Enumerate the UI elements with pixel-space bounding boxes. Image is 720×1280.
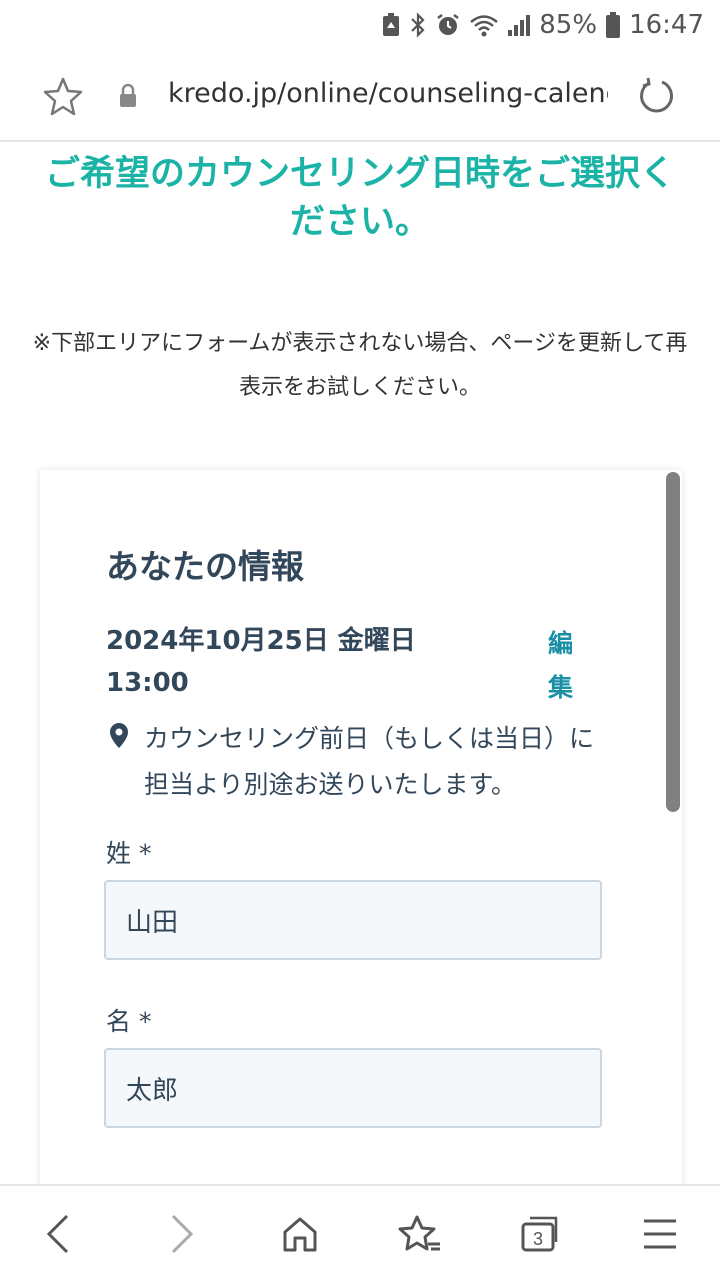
first-name-label: 名 * bbox=[106, 1007, 152, 1036]
tabs-icon[interactable]: 3 bbox=[516, 1210, 564, 1258]
last-name-input[interactable] bbox=[104, 880, 602, 960]
star-icon[interactable] bbox=[42, 76, 84, 120]
signal-icon bbox=[507, 12, 531, 38]
forward-icon[interactable] bbox=[158, 1210, 206, 1258]
bluetooth-icon bbox=[409, 12, 427, 38]
selected-datetime: 2024年10月25日 金曜日 13:00 bbox=[106, 626, 416, 698]
booking-form-card: あなたの情報 2024年10月25日 金曜日 13:00 編集 カウンセリング前… bbox=[40, 470, 682, 1184]
url-text[interactable]: kredo.jp/online/counseling-calendar bbox=[168, 78, 608, 109]
edit-link[interactable]: 編集 bbox=[548, 622, 582, 710]
page-title: ご希望のカウンセリング日時をご選択ください。 bbox=[44, 154, 675, 242]
bookmarks-icon[interactable] bbox=[396, 1210, 444, 1258]
battery-icon bbox=[605, 11, 621, 39]
data-saver-icon bbox=[381, 12, 401, 38]
clock: 16:47 bbox=[629, 10, 704, 40]
reload-icon[interactable] bbox=[636, 76, 676, 120]
first-name-input[interactable] bbox=[104, 1048, 602, 1128]
status-bar: 85% 16:47 bbox=[0, 0, 720, 50]
battery-percent: 85% bbox=[539, 10, 598, 40]
browser-nav-bar: 3 bbox=[0, 1184, 720, 1280]
back-icon[interactable] bbox=[34, 1210, 82, 1258]
alarm-icon bbox=[435, 12, 461, 38]
menu-icon[interactable] bbox=[636, 1210, 684, 1258]
last-name-label: 姓 * bbox=[106, 839, 152, 868]
pin-icon bbox=[108, 722, 130, 754]
browser-address-bar: kredo.jp/online/counseling-calendar bbox=[0, 50, 720, 142]
web-content: ご希望のカウンセリング日時をご選択ください。 ※下部エリアにフォームが表示されな… bbox=[0, 142, 720, 1184]
form-scrollbar[interactable] bbox=[666, 472, 680, 812]
wifi-icon bbox=[469, 12, 499, 38]
location-text: カウンセリング前日（もしくは当日）に担当より別途お送りいたします。 bbox=[144, 724, 595, 799]
your-info-heading: あなたの情報 bbox=[106, 547, 304, 586]
tab-count: 3 bbox=[533, 1229, 543, 1249]
home-icon[interactable] bbox=[276, 1210, 324, 1258]
lock-icon bbox=[118, 83, 138, 113]
refresh-notice: ※下部エリアにフォームが表示されない場合、ページを更新して再表示をお試しください… bbox=[32, 331, 688, 400]
